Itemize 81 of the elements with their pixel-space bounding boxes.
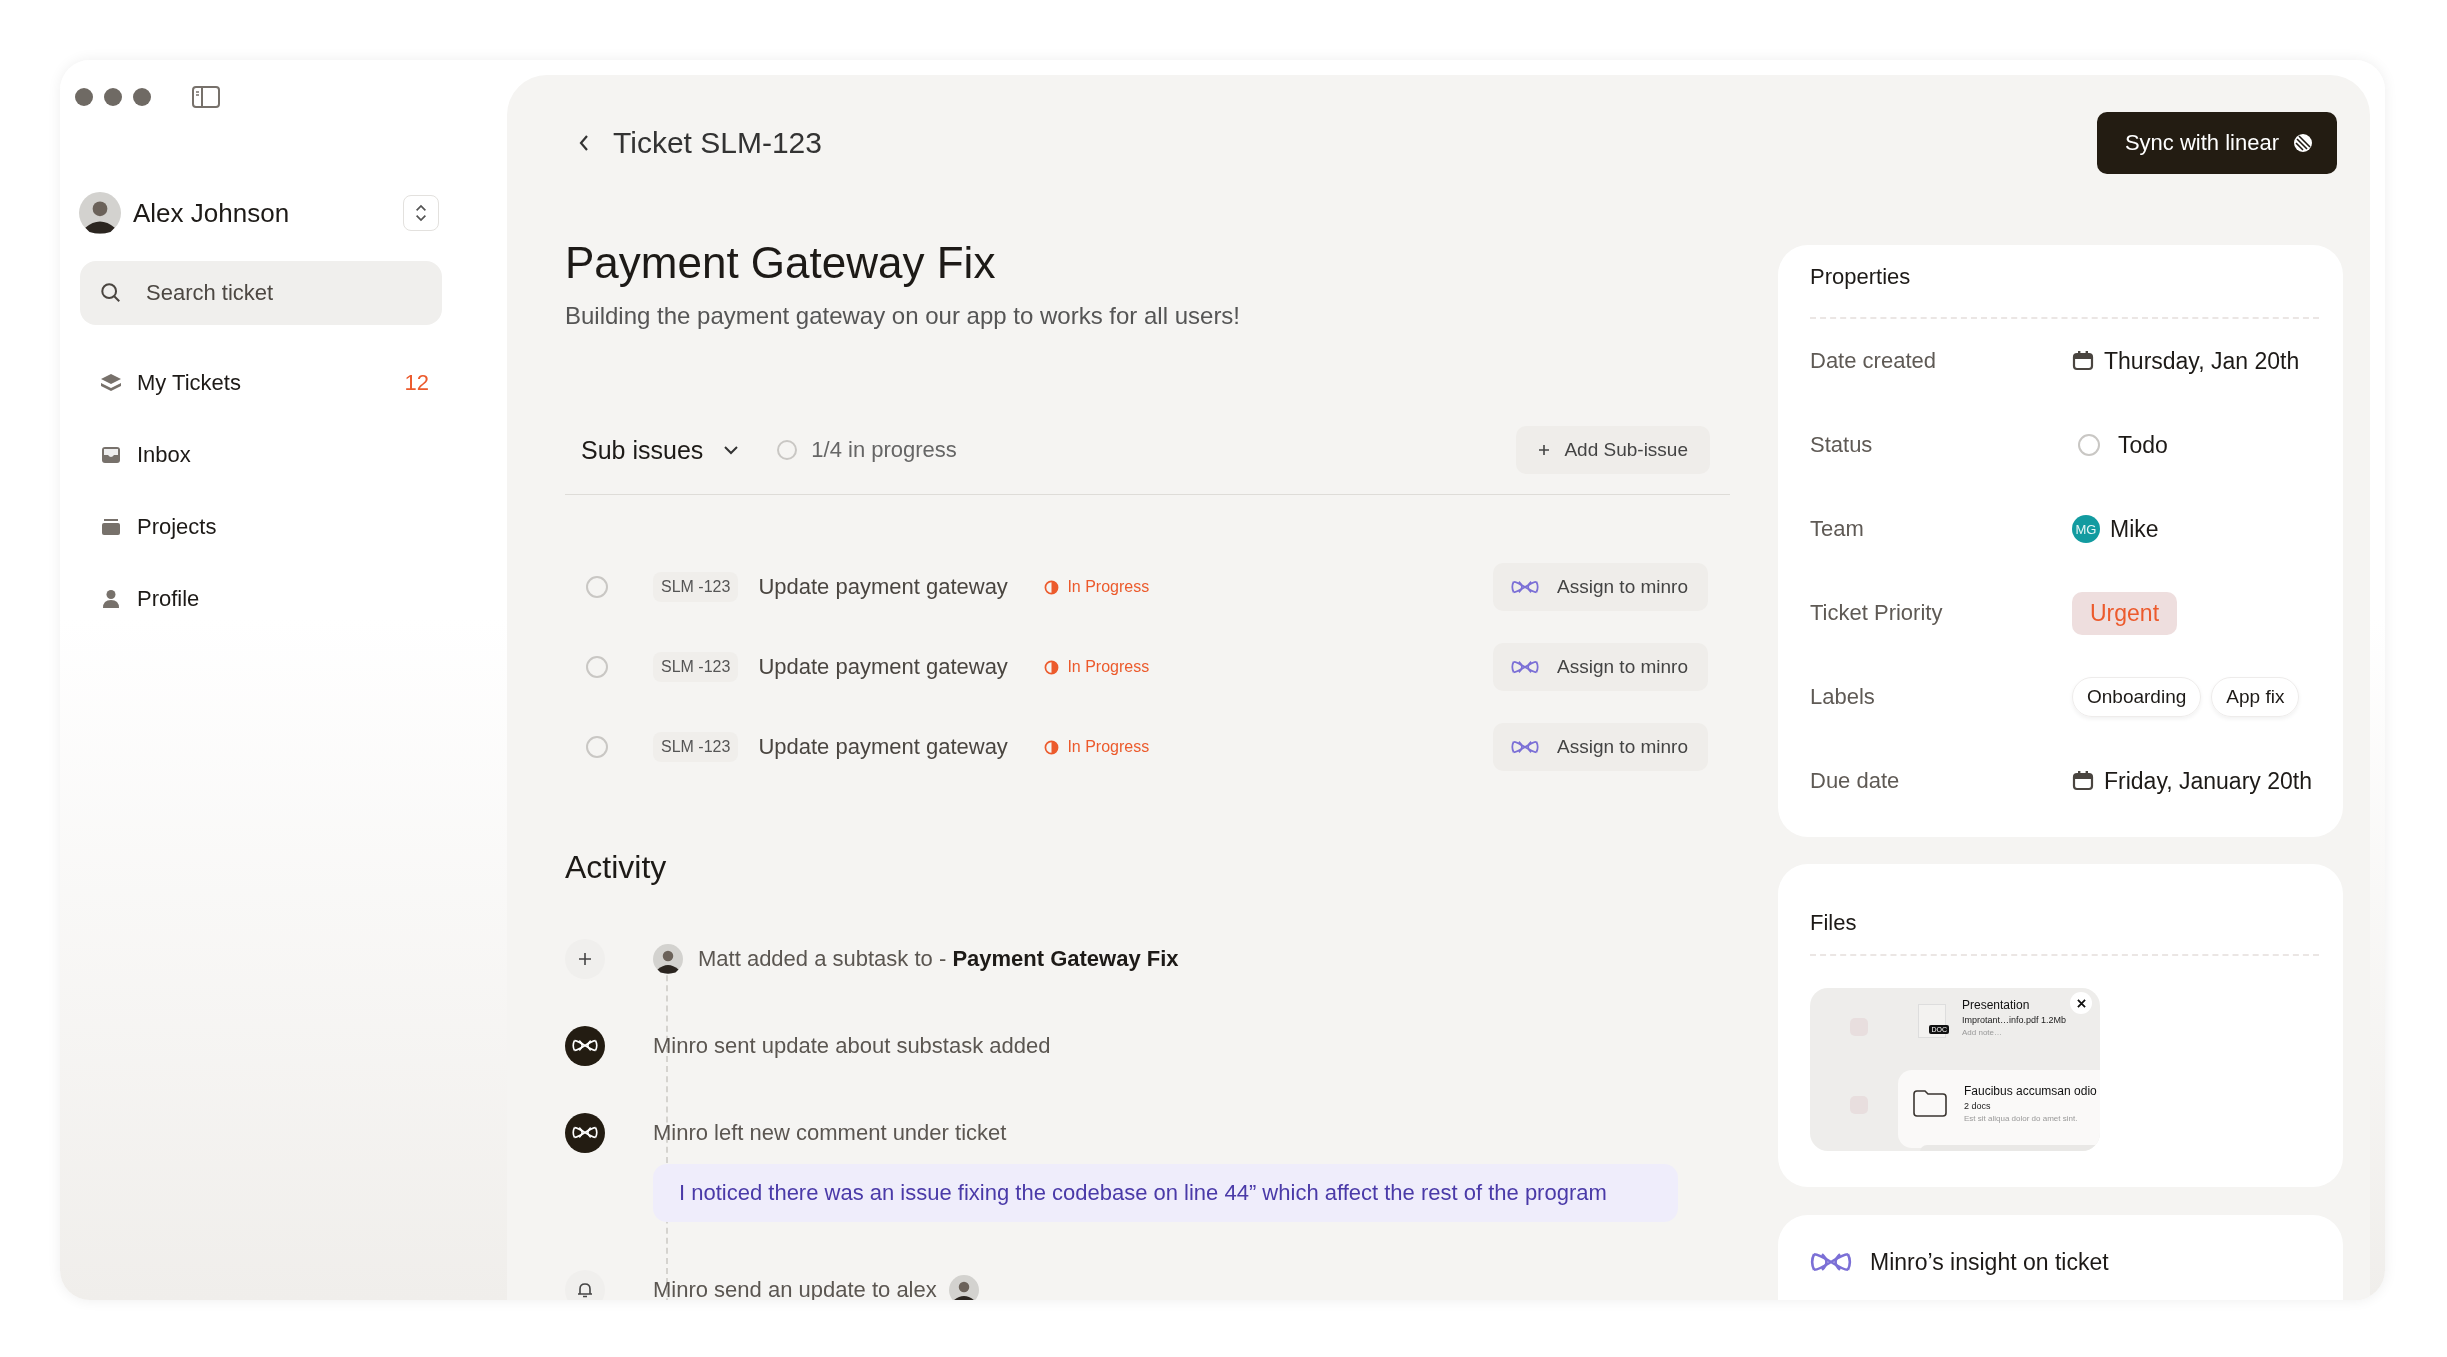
property-label: Ticket Priority bbox=[1810, 600, 1944, 626]
file-name: Faucibus accumsan odio bbox=[1964, 1084, 2097, 1098]
issue-title[interactable]: Update payment gateway bbox=[758, 734, 1045, 760]
issue-title[interactable]: Update payment gateway bbox=[758, 574, 1045, 600]
chevron-up-down-icon bbox=[414, 203, 428, 223]
comment-bubble: I noticed there was an issue fixing the codebase on line 44” which affect the rest of the program bbox=[653, 1164, 1678, 1222]
caret-icon bbox=[723, 445, 740, 455]
sub-issues-dropdown[interactable]: Sub issues bbox=[565, 435, 740, 465]
person-icon bbox=[100, 588, 122, 610]
assign-button[interactable]: Assign to minro bbox=[1493, 563, 1708, 611]
ticket-description: Building the payment gateway on our app to works for all users! bbox=[565, 302, 1242, 330]
insight-title: Minro’s insight on ticket bbox=[1870, 1249, 2109, 1276]
avatar bbox=[653, 943, 683, 974]
layers-icon bbox=[100, 372, 122, 394]
back-icon[interactable] bbox=[577, 133, 591, 153]
issue-id: SLM -123 bbox=[653, 732, 739, 762]
initials-avatar: MG bbox=[2072, 515, 2100, 543]
avatar bbox=[79, 192, 121, 234]
search-field[interactable]: Search ticket bbox=[80, 261, 442, 325]
file-detail: Improtant…info.pdf 1.2Mb bbox=[1962, 1015, 2067, 1025]
account-switcher[interactable] bbox=[403, 195, 439, 231]
sidebar-toggle-icon[interactable] bbox=[192, 86, 220, 108]
file-note: Est sit aliqua dolor do amet sint. bbox=[1964, 1114, 2079, 1123]
file-name: Presentation bbox=[1962, 998, 2031, 1012]
property-label: Labels bbox=[1810, 684, 1876, 710]
nav-item[interactable]: Profile bbox=[75, 563, 487, 635]
nav-item[interactable]: Inbox bbox=[75, 419, 487, 491]
status-label: In Progress bbox=[1067, 658, 1150, 676]
plus-icon bbox=[1538, 444, 1551, 456]
activity-text: Minro sent update about substask added bbox=[653, 1032, 1051, 1059]
ticket-title: Payment Gateway Fix bbox=[565, 237, 997, 289]
status-label: In Progress bbox=[1067, 578, 1150, 596]
status-value[interactable]: Todo bbox=[2118, 431, 2168, 459]
property-label: Date created bbox=[1810, 348, 1937, 374]
folder-icon bbox=[100, 516, 122, 538]
assign-button[interactable]: Assign to minro bbox=[1493, 643, 1708, 691]
close-icon[interactable] bbox=[2070, 992, 2092, 1014]
status-icon bbox=[2078, 434, 2100, 456]
nav-item[interactable]: My Tickets 12 bbox=[75, 347, 487, 419]
sync-button[interactable]: Sync with linear bbox=[2096, 112, 2337, 174]
file-detail: 2 docs bbox=[1964, 1101, 1992, 1111]
issue-title[interactable]: Update payment gateway bbox=[758, 654, 1045, 680]
card-title: Files bbox=[1810, 909, 1858, 936]
activity-text: Matt added a subtask to - Payment Gateway Fix bbox=[698, 945, 1179, 972]
property-label: Status bbox=[1810, 432, 1874, 458]
striped-circle-icon bbox=[2293, 133, 2313, 153]
progress-text: 1/4 in progress bbox=[811, 437, 958, 463]
folder-icon bbox=[1912, 1088, 1948, 1118]
activity-text: Minro left new comment under ticket bbox=[653, 1119, 1007, 1146]
half-circle-icon bbox=[1044, 659, 1060, 675]
avatar bbox=[948, 1274, 979, 1300]
inbox-icon bbox=[100, 444, 122, 466]
user-name: Alex Johnson bbox=[133, 197, 291, 229]
window-control[interactable] bbox=[104, 88, 122, 106]
checkbox[interactable] bbox=[586, 576, 608, 598]
checkbox[interactable] bbox=[586, 736, 608, 758]
status-label: In Progress bbox=[1067, 738, 1150, 756]
add-icon bbox=[565, 938, 605, 979]
issue-id: SLM -123 bbox=[653, 652, 739, 682]
team-value[interactable]: Mike bbox=[2110, 515, 2159, 543]
property-label: Team bbox=[1810, 516, 1865, 542]
half-circle-icon bbox=[1044, 739, 1060, 755]
nav-item[interactable]: Projects bbox=[75, 491, 487, 563]
section-title: Activity bbox=[565, 848, 668, 887]
window-control[interactable] bbox=[133, 88, 151, 106]
calendar-icon bbox=[2072, 770, 2094, 792]
assign-button[interactable]: Assign to minro bbox=[1493, 723, 1708, 771]
window-control[interactable] bbox=[75, 88, 93, 106]
date-value[interactable]: Friday, January 20th bbox=[2104, 767, 2312, 795]
property-label: Due date bbox=[1810, 768, 1901, 794]
add-sub-issue-button[interactable]: Add Sub-issue bbox=[1516, 426, 1710, 474]
calendar-icon bbox=[2072, 350, 2094, 372]
checkbox[interactable] bbox=[586, 656, 608, 678]
half-circle-icon bbox=[1044, 579, 1060, 595]
progress-icon bbox=[777, 440, 798, 460]
card-title: Properties bbox=[1810, 263, 1912, 291]
file-note: Add note… bbox=[1962, 1028, 2004, 1037]
page-title: Ticket SLM-123 bbox=[613, 126, 823, 160]
issue-id: SLM -123 bbox=[653, 572, 739, 602]
search-icon bbox=[100, 282, 122, 304]
date-value[interactable]: Thursday, Jan 20th bbox=[2104, 347, 2300, 375]
